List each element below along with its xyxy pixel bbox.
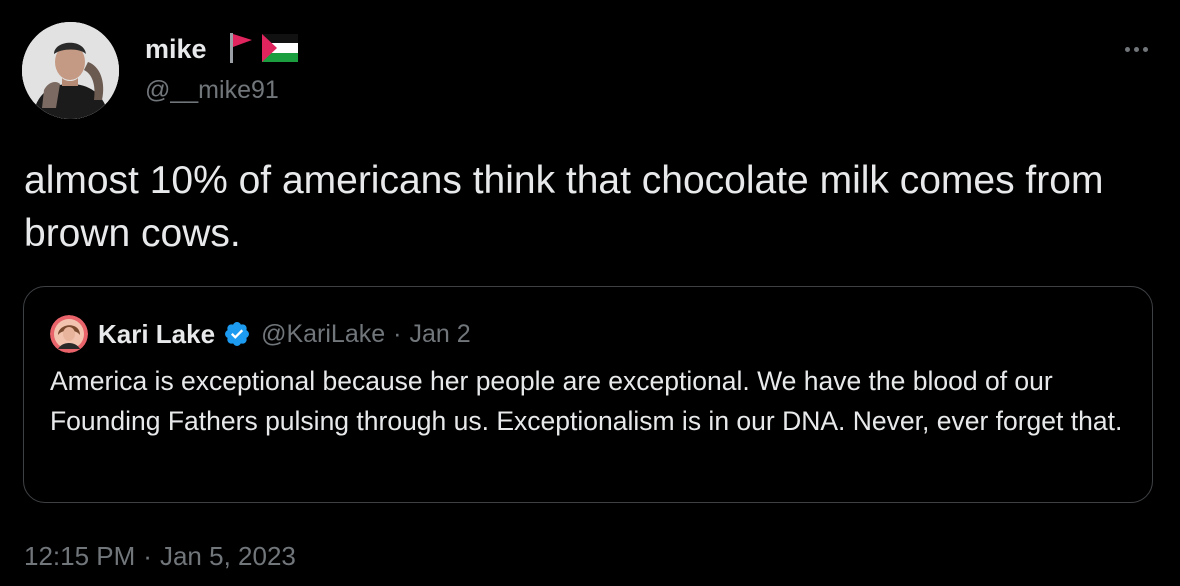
quote-date[interactable]: Jan 2 xyxy=(409,320,470,349)
timestamp-separator: · xyxy=(143,541,152,571)
quote-text: America is exceptional because her peopl… xyxy=(50,366,1123,436)
red-flag-icon xyxy=(230,33,252,63)
quote-separator: · xyxy=(393,319,402,348)
more-dot xyxy=(1142,46,1148,52)
quote-avatar-photo xyxy=(50,315,88,353)
author-handle[interactable]: @__mike91 xyxy=(145,74,279,106)
tweet-timestamp[interactable]: 12:15 PM · Jan 5, 2023 xyxy=(24,539,296,573)
quote-author-name[interactable]: Kari Lake xyxy=(98,319,215,350)
user-avatar-photo xyxy=(22,22,119,119)
quote-header: Kari Lake @KariLake · Jan 2 xyxy=(98,316,471,352)
quoted-tweet-card[interactable]: Kari Lake @KariLake · Jan 2 America is e… xyxy=(23,286,1153,503)
author-avatar[interactable] xyxy=(22,22,119,119)
timestamp-date: Jan 5, 2023 xyxy=(159,541,296,571)
palestine-flag-icon xyxy=(262,34,298,62)
more-dot xyxy=(1124,46,1130,52)
more-horizontal-icon[interactable] xyxy=(1116,34,1156,64)
quote-author-handle[interactable]: @KariLake xyxy=(261,320,385,349)
name-flags xyxy=(228,31,298,65)
author-name[interactable]: mike xyxy=(145,32,207,66)
timestamp-time: 12:15 PM xyxy=(24,541,136,571)
verified-badge-icon xyxy=(225,322,250,346)
quote-avatar[interactable] xyxy=(50,315,88,353)
more-dot xyxy=(1133,46,1139,52)
tweet: mike @__mike91 almost 10% of americans t… xyxy=(0,0,1180,586)
tweet-text: almost 10% of americans think that choco… xyxy=(24,159,1104,255)
